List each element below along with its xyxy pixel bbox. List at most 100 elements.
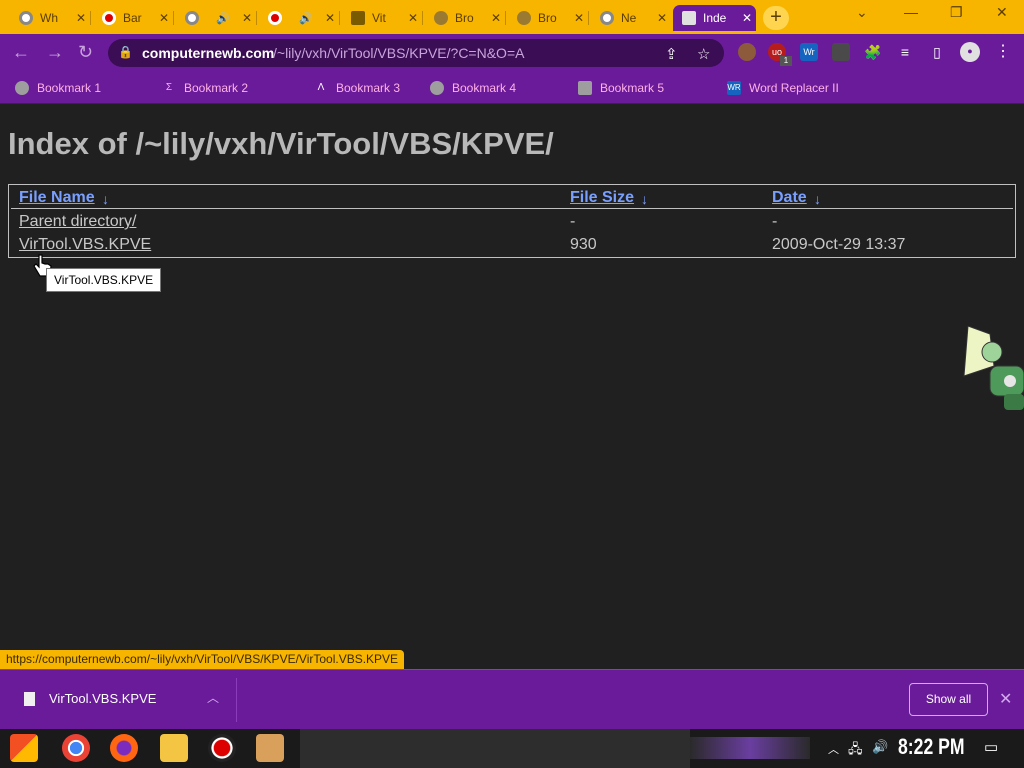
media-queue-icon[interactable]: ≡ <box>896 43 914 61</box>
restore-button[interactable]: ❐ <box>950 4 963 21</box>
close-tab-icon[interactable]: ✕ <box>159 11 169 25</box>
reload-button[interactable]: ↻ <box>78 42 93 63</box>
tab-separator <box>90 11 91 25</box>
tab[interactable]: Vit ✕ <box>342 5 422 31</box>
menu-icon[interactable]: ⋮ <box>994 43 1012 61</box>
network-icon[interactable]: 🖧 <box>848 740 863 762</box>
close-window-button[interactable]: ✕ <box>996 4 1008 21</box>
chrome-icon <box>185 11 199 25</box>
speaker-icon[interactable]: 🔊 <box>299 12 313 25</box>
file-size-cell: - <box>570 213 576 230</box>
cube-icon <box>682 11 696 25</box>
extension-badge: 1 <box>780 56 792 66</box>
page-title: Index of /~lily/vxh/VirTool/VBS/KPVE/ <box>8 126 554 161</box>
file-size-cell: 930 <box>570 236 597 253</box>
tab[interactable]: 🔊 ✕ <box>176 5 256 31</box>
new-tab-button[interactable]: + <box>763 6 789 30</box>
tab[interactable]: Ne ✕ <box>591 5 671 31</box>
star-icon[interactable]: ☆ <box>697 45 710 63</box>
tab[interactable]: 🔊 ✕ <box>259 5 339 31</box>
record-icon[interactable] <box>208 734 236 762</box>
extension-icon[interactable] <box>832 43 850 61</box>
close-tab-icon[interactable]: ✕ <box>408 11 418 25</box>
url-host: computernewb.com <box>142 45 275 61</box>
chevron-up-icon[interactable]: ︿ <box>207 689 219 706</box>
word-replacer-icon[interactable]: Wr <box>800 43 818 61</box>
minimize-button[interactable]: — <box>904 4 918 20</box>
download-item-name[interactable]: VirTool.VBS.KPVE <box>49 691 156 706</box>
word-replacer-icon: WR <box>727 81 741 95</box>
volume-icon[interactable]: 🔊 <box>872 739 888 755</box>
bookmark-item[interactable]: Bookmark 5 <box>578 78 664 98</box>
tab-title: Inde <box>703 11 727 25</box>
column-header-file-size[interactable]: File Size <box>570 189 634 207</box>
bookmark-item[interactable]: Λ Bookmark 3 <box>314 78 400 98</box>
bookmark-item[interactable]: Bookmark 1 <box>15 78 101 98</box>
sort-arrow-icon[interactable]: ↓ <box>102 191 109 207</box>
cube-icon <box>578 81 592 95</box>
taskbar: ︿ 🖧 🔊 8:22 PM ▭ <box>0 729 1024 768</box>
close-tab-icon[interactable]: ✕ <box>491 11 501 25</box>
show-all-button[interactable]: Show all <box>909 683 988 716</box>
close-tab-icon[interactable]: ✕ <box>242 11 252 25</box>
page-content: Index of /~lily/vxh/VirTool/VBS/KPVE/ Fi… <box>0 104 1024 669</box>
bookmark-item[interactable]: Σ Bookmark 2 <box>162 78 248 98</box>
file-link[interactable]: VirTool.VBS.KPVE <box>19 236 151 254</box>
tab-separator <box>256 11 257 25</box>
close-tab-icon[interactable]: ✕ <box>657 11 667 25</box>
close-tab-icon[interactable]: ✕ <box>325 11 335 25</box>
column-header-file-name[interactable]: File Name <box>19 189 95 207</box>
lock-icon[interactable]: 🔒 <box>118 45 133 59</box>
side-panel-icon[interactable]: ▯ <box>928 43 946 61</box>
tab[interactable]: Wh ✕ <box>10 5 90 31</box>
tab-separator <box>588 11 589 25</box>
tab[interactable]: Bro ✕ <box>425 5 505 31</box>
close-tab-icon[interactable]: ✕ <box>742 11 752 25</box>
folder-icon[interactable] <box>160 734 188 762</box>
puzzle-icon[interactable]: 🧩 <box>864 43 882 61</box>
taskbar-clock[interactable]: 8:22 PM <box>898 734 965 760</box>
back-button[interactable]: ← <box>12 42 30 63</box>
bookmark-label: Bookmark 4 <box>452 81 517 95</box>
profile-icon[interactable]: ● <box>960 42 980 62</box>
tab-active[interactable]: Inde ✕ <box>673 5 756 31</box>
bookmark-item[interactable]: WR Word Replacer II <box>727 78 839 98</box>
speaker-icon[interactable]: 🔊 <box>216 12 230 25</box>
file-icon <box>24 692 35 706</box>
forward-button[interactable]: → <box>46 42 64 63</box>
firefox-icon[interactable] <box>110 734 138 762</box>
chrome-icon <box>600 11 614 25</box>
bookmark-label: Bookmark 5 <box>600 81 665 95</box>
bookmark-item[interactable]: Bookmark 4 <box>430 78 516 98</box>
tab-strip: Wh ✕ Bar ✕ 🔊 ✕ 🔊 ✕ Vit ✕ Bro ✕ Bro ✕ Ne … <box>0 0 1024 34</box>
tab-separator <box>505 11 506 25</box>
tab[interactable]: Bro ✕ <box>508 5 588 31</box>
close-tab-icon[interactable]: ✕ <box>76 11 86 25</box>
share-icon[interactable]: ⇪ <box>665 45 678 63</box>
start-icon[interactable] <box>10 734 38 762</box>
ufo-icon <box>517 11 531 25</box>
parent-directory-link[interactable]: Parent directory/ <box>19 213 136 231</box>
media-player-icon[interactable] <box>256 734 284 762</box>
bookmark-label: Word Replacer II <box>749 81 839 95</box>
tab-title: Bar <box>123 11 142 25</box>
chevron-up-icon[interactable]: ︿ <box>828 741 839 757</box>
tab-search-icon[interactable]: ⌄ <box>856 4 868 21</box>
bookmarks-bar: Bookmark 1 Σ Bookmark 2 Λ Bookmark 3 Boo… <box>0 72 1024 104</box>
file-listing-table: File Name ↓ File Size ↓ Date ↓ Parent di… <box>8 184 1016 258</box>
tab-separator <box>422 11 423 25</box>
sort-arrow-icon[interactable]: ↓ <box>814 191 821 207</box>
close-downloads-icon[interactable]: ✕ <box>999 689 1012 709</box>
column-header-date[interactable]: Date <box>772 189 807 207</box>
link-status-bubble: https://computernewb.com/~lily/vxh/VirTo… <box>0 650 405 669</box>
taskbar-wallpaper <box>300 729 690 768</box>
record-icon <box>268 11 282 25</box>
sort-arrow-icon[interactable]: ↓ <box>641 191 648 207</box>
tab[interactable]: Bar ✕ <box>93 5 173 31</box>
chrome-icon[interactable] <box>62 734 90 762</box>
address-bar[interactable]: 🔒 computernewb.com /~lily/vxh/VirTool/VB… <box>108 39 724 67</box>
avatar-extension-icon[interactable] <box>738 43 756 61</box>
close-tab-icon[interactable]: ✕ <box>574 11 584 25</box>
notification-icon[interactable]: ▭ <box>984 738 998 756</box>
globe-icon <box>430 81 444 95</box>
